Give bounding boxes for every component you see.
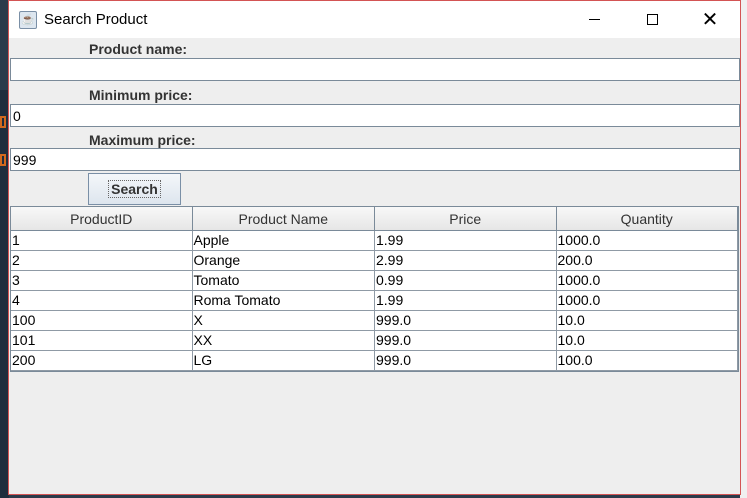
- max-price-input[interactable]: [10, 148, 740, 171]
- cell-product-name[interactable]: Roma Tomato: [193, 291, 375, 310]
- table-row[interactable]: 200 LG 999.0 100.0: [11, 351, 738, 371]
- table-row[interactable]: 100 X 999.0 10.0: [11, 311, 738, 331]
- minimize-icon: [588, 19, 600, 20]
- background-marker: [0, 116, 6, 128]
- cell-productid[interactable]: 200: [11, 351, 193, 370]
- cell-quantity[interactable]: 10.0: [557, 331, 738, 350]
- search-button-label: Search: [108, 180, 161, 198]
- table-row[interactable]: 4 Roma Tomato 1.99 1000.0: [11, 291, 738, 311]
- products-table[interactable]: ProductID Product Name Price Quantity 1 …: [10, 206, 739, 372]
- column-header-quantity[interactable]: Quantity: [556, 207, 738, 230]
- table-row[interactable]: 3 Tomato 0.99 1000.0: [11, 271, 738, 291]
- cell-price[interactable]: 0.99: [375, 271, 557, 290]
- search-button[interactable]: Search: [88, 173, 181, 205]
- column-header-price[interactable]: Price: [375, 207, 557, 230]
- close-button[interactable]: ✕: [681, 1, 739, 38]
- cell-product-name[interactable]: Tomato: [193, 271, 375, 290]
- table-row[interactable]: 101 XX 999.0 10.0: [11, 331, 738, 351]
- cell-price[interactable]: 999.0: [375, 331, 557, 350]
- min-price-label: Minimum price:: [89, 87, 193, 103]
- table-header: ProductID Product Name Price Quantity: [11, 207, 738, 231]
- minimize-button[interactable]: [565, 1, 623, 38]
- background-app-edge: [740, 0, 747, 498]
- column-header-product-name[interactable]: Product Name: [192, 207, 375, 230]
- cell-quantity[interactable]: 100.0: [557, 351, 738, 370]
- window-title: Search Product: [44, 11, 148, 28]
- title-bar[interactable]: ☕ Search Product ✕: [9, 1, 740, 38]
- product-name-label: Product name:: [89, 41, 188, 57]
- cell-productid[interactable]: 100: [11, 311, 193, 330]
- cell-productid[interactable]: 101: [11, 331, 193, 350]
- cell-product-name[interactable]: Orange: [193, 251, 375, 270]
- column-header-productid[interactable]: ProductID: [11, 207, 193, 230]
- cell-quantity[interactable]: 1000.0: [557, 271, 738, 290]
- cell-product-name[interactable]: LG: [193, 351, 375, 370]
- cell-productid[interactable]: 4: [11, 291, 193, 310]
- cell-product-name[interactable]: X: [193, 311, 375, 330]
- product-name-input[interactable]: [10, 58, 740, 81]
- cell-price[interactable]: 2.99: [375, 251, 557, 270]
- cell-quantity[interactable]: 200.0: [557, 251, 738, 270]
- cell-product-name[interactable]: XX: [193, 331, 375, 350]
- cell-quantity[interactable]: 1000.0: [557, 291, 738, 310]
- cell-price[interactable]: 1.99: [375, 231, 557, 250]
- background-marker: [0, 154, 6, 166]
- table-row[interactable]: 1 Apple 1.99 1000.0: [11, 231, 738, 251]
- cell-product-name[interactable]: Apple: [193, 231, 375, 250]
- cell-quantity[interactable]: 10.0: [557, 311, 738, 330]
- close-icon: ✕: [701, 8, 719, 31]
- cell-price[interactable]: 999.0: [375, 311, 557, 330]
- cell-price[interactable]: 1.99: [375, 291, 557, 310]
- search-product-window: ☕ Search Product ✕ Product name: Minimum…: [8, 0, 741, 495]
- java-cup-icon: ☕: [19, 10, 37, 29]
- cell-productid[interactable]: 1: [11, 231, 193, 250]
- cell-quantity[interactable]: 1000.0: [557, 231, 738, 250]
- table-row[interactable]: 2 Orange 2.99 200.0: [11, 251, 738, 271]
- cell-price[interactable]: 999.0: [375, 351, 557, 370]
- max-price-label: Maximum price:: [89, 132, 196, 148]
- maximize-button[interactable]: [623, 1, 681, 38]
- min-price-input[interactable]: [10, 104, 740, 127]
- cell-productid[interactable]: 3: [11, 271, 193, 290]
- maximize-icon: [646, 14, 658, 25]
- cell-productid[interactable]: 2: [11, 251, 193, 270]
